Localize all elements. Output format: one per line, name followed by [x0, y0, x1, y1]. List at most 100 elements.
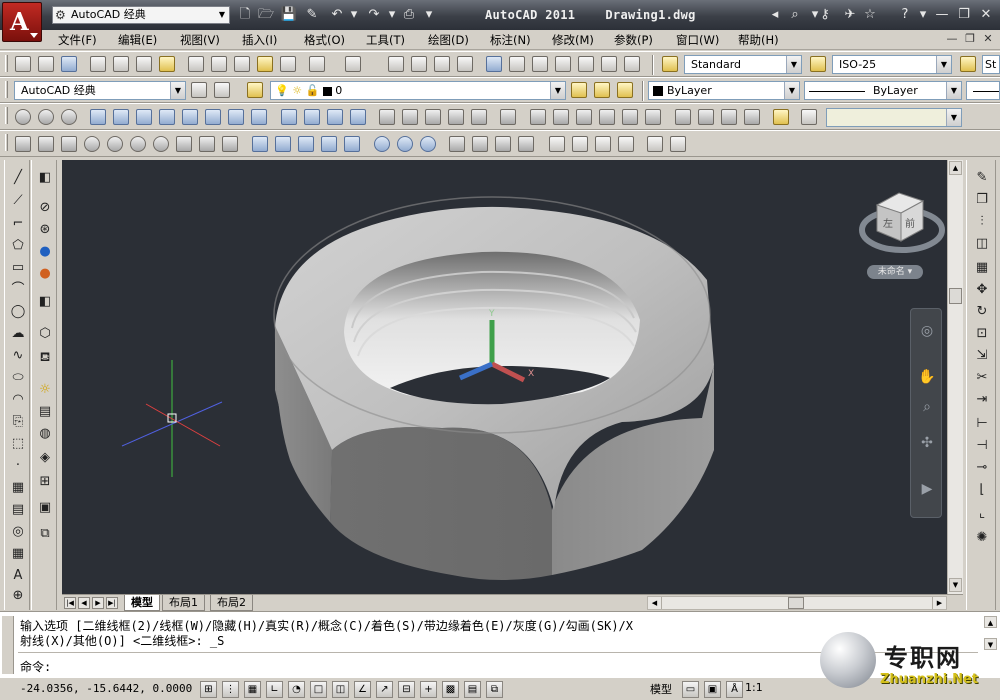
- 3d-array-icon[interactable]: [448, 109, 464, 125]
- tool-palettes-icon[interactable]: [532, 56, 548, 72]
- annotation-scale-value[interactable]: 1:1: [745, 681, 763, 694]
- section-icon[interactable]: [495, 136, 511, 152]
- polygon-icon[interactable]: ⬠: [10, 238, 26, 254]
- vertical-scrollbar[interactable]: ▲ ▼: [947, 160, 963, 594]
- break-at-point-icon[interactable]: ⊢: [974, 416, 990, 432]
- favorites-star-icon[interactable]: ☆: [860, 6, 880, 24]
- menu-format[interactable]: 格式(O): [304, 32, 345, 48]
- rotate-icon[interactable]: ↻: [974, 304, 990, 320]
- menu-draw[interactable]: 绘图(D): [428, 32, 469, 48]
- erase-icon[interactable]: ✎: [974, 170, 990, 186]
- selection-cycling-icon[interactable]: ⧉: [486, 681, 503, 698]
- quick-view-layouts-icon[interactable]: ▭: [682, 681, 699, 698]
- menu-edit[interactable]: 编辑(E): [118, 32, 157, 48]
- view-left-icon[interactable]: [576, 109, 592, 125]
- ortho-mode-icon[interactable]: ∟: [266, 681, 283, 698]
- 3d-move-icon[interactable]: [350, 109, 366, 125]
- redo-dropdown-icon[interactable]: ▾: [383, 6, 401, 24]
- layer-properties-icon[interactable]: [247, 82, 263, 98]
- scale-icon[interactable]: ⊡: [974, 326, 990, 342]
- workspace-selector[interactable]: ⚙ AutoCAD 经典 ▼: [52, 6, 230, 24]
- undo-icon[interactable]: [309, 56, 325, 72]
- se-iso-icon[interactable]: [698, 109, 714, 125]
- toolbar-grip[interactable]: [5, 134, 8, 151]
- text-style-icon[interactable]: [662, 56, 678, 72]
- orbit-icon[interactable]: [15, 109, 31, 125]
- layer-select[interactable]: 💡 ☼ 🔓 0 ▼: [270, 81, 566, 100]
- match-properties-icon[interactable]: [257, 56, 273, 72]
- camera-icon[interactable]: [773, 109, 789, 125]
- array-icon[interactable]: ▦: [974, 260, 990, 276]
- circle-icon[interactable]: ◯: [10, 304, 26, 320]
- named-view-select[interactable]: ▼: [826, 108, 962, 127]
- chamfer-icon[interactable]: ⌊: [974, 482, 990, 498]
- menu-modify[interactable]: 修改(M): [552, 32, 594, 48]
- ellipse-arc-icon[interactable]: ◠: [10, 392, 26, 408]
- presspull-icon[interactable]: [182, 109, 198, 125]
- steering-wheel-icon[interactable]: ◎: [917, 321, 937, 341]
- move-icon[interactable]: ✥: [974, 282, 990, 298]
- binoculars-icon[interactable]: ⌕: [785, 6, 805, 24]
- prev-layout-icon[interactable]: ◀: [78, 597, 90, 609]
- mirror-icon[interactable]: ⫶: [974, 214, 990, 230]
- solid-box-icon[interactable]: [15, 136, 31, 152]
- rectangle-icon[interactable]: ▭: [10, 260, 26, 276]
- workspace-save-icon[interactable]: [214, 82, 230, 98]
- polyline-icon[interactable]: ⌐: [10, 216, 26, 232]
- plot-preview-icon[interactable]: [113, 56, 129, 72]
- revision-cloud-icon[interactable]: ☁: [10, 326, 26, 342]
- table-style-icon[interactable]: [960, 56, 976, 72]
- communication-center-icon[interactable]: ✈: [840, 6, 860, 24]
- section-plane-icon[interactable]: [471, 109, 487, 125]
- hex-nut-model[interactable]: [273, 196, 714, 580]
- annotation-scale-icon[interactable]: Å: [726, 681, 743, 698]
- quick-access-dropdown-icon[interactable]: ▾: [420, 6, 438, 24]
- attach-icon[interactable]: ⊞: [37, 474, 53, 490]
- map-icon[interactable]: ◈: [37, 450, 53, 466]
- 3d-osnap-icon[interactable]: ◫: [332, 681, 349, 698]
- save-as-icon[interactable]: ✎: [303, 6, 321, 24]
- rotate-faces-icon[interactable]: [344, 136, 360, 152]
- flatshot-icon[interactable]: [549, 136, 565, 152]
- revolve-icon[interactable]: [228, 109, 244, 125]
- solid-torus2-icon[interactable]: [153, 136, 169, 152]
- command-scroll-up-icon[interactable]: ▲: [984, 616, 997, 628]
- view-top-icon[interactable]: [530, 109, 546, 125]
- pan-realtime-icon[interactable]: [388, 56, 404, 72]
- make-block-icon[interactable]: ⬚: [10, 436, 26, 452]
- undo-dropdown-icon[interactable]: ▾: [345, 6, 363, 24]
- add-selected-icon[interactable]: ⊕: [10, 588, 26, 604]
- dim-style-select[interactable]: ISO-25 ▼: [832, 55, 952, 74]
- redo-icon[interactable]: ↷: [365, 6, 383, 24]
- showmotion-icon[interactable]: ▶: [917, 479, 937, 499]
- line-icon[interactable]: ╱: [10, 170, 26, 186]
- intersect2-icon[interactable]: [420, 136, 436, 152]
- orbit-icon[interactable]: ✣: [917, 433, 937, 453]
- planar-icon[interactable]: [222, 136, 238, 152]
- solid-cylinder-icon[interactable]: [107, 136, 123, 152]
- menu-dimension[interactable]: 标注(N): [490, 32, 531, 48]
- move-faces-icon[interactable]: [275, 136, 291, 152]
- zoom-window-icon[interactable]: [434, 56, 450, 72]
- block-editor-icon[interactable]: [280, 56, 296, 72]
- union-icon[interactable]: [281, 109, 297, 125]
- scroll-left-icon[interactable]: ◀: [648, 597, 662, 609]
- view-back-icon[interactable]: [645, 109, 661, 125]
- infer-constraints-icon[interactable]: ⊞: [200, 681, 217, 698]
- doc-close-icon[interactable]: ✕: [980, 31, 996, 47]
- fillet-icon[interactable]: ⌞: [974, 506, 990, 522]
- transparency-icon[interactable]: ▩: [442, 681, 459, 698]
- view-manager-icon[interactable]: [801, 109, 817, 125]
- offset-faces-icon[interactable]: [298, 136, 314, 152]
- ellipse-icon[interactable]: ⬭: [10, 370, 26, 386]
- tab-layout2[interactable]: 布局2: [210, 595, 253, 611]
- point-icon[interactable]: ·: [10, 458, 26, 474]
- grid-display-icon[interactable]: ▦: [244, 681, 261, 698]
- doc-minimize-icon[interactable]: —: [944, 31, 960, 47]
- trim-icon[interactable]: ✂: [974, 370, 990, 386]
- slice-icon[interactable]: [449, 136, 465, 152]
- teapot-icon[interactable]: ⛾: [37, 350, 53, 366]
- table-icon[interactable]: ▦: [10, 546, 26, 562]
- model-space-label[interactable]: 模型: [650, 681, 672, 697]
- command-window-grip[interactable]: [2, 616, 14, 674]
